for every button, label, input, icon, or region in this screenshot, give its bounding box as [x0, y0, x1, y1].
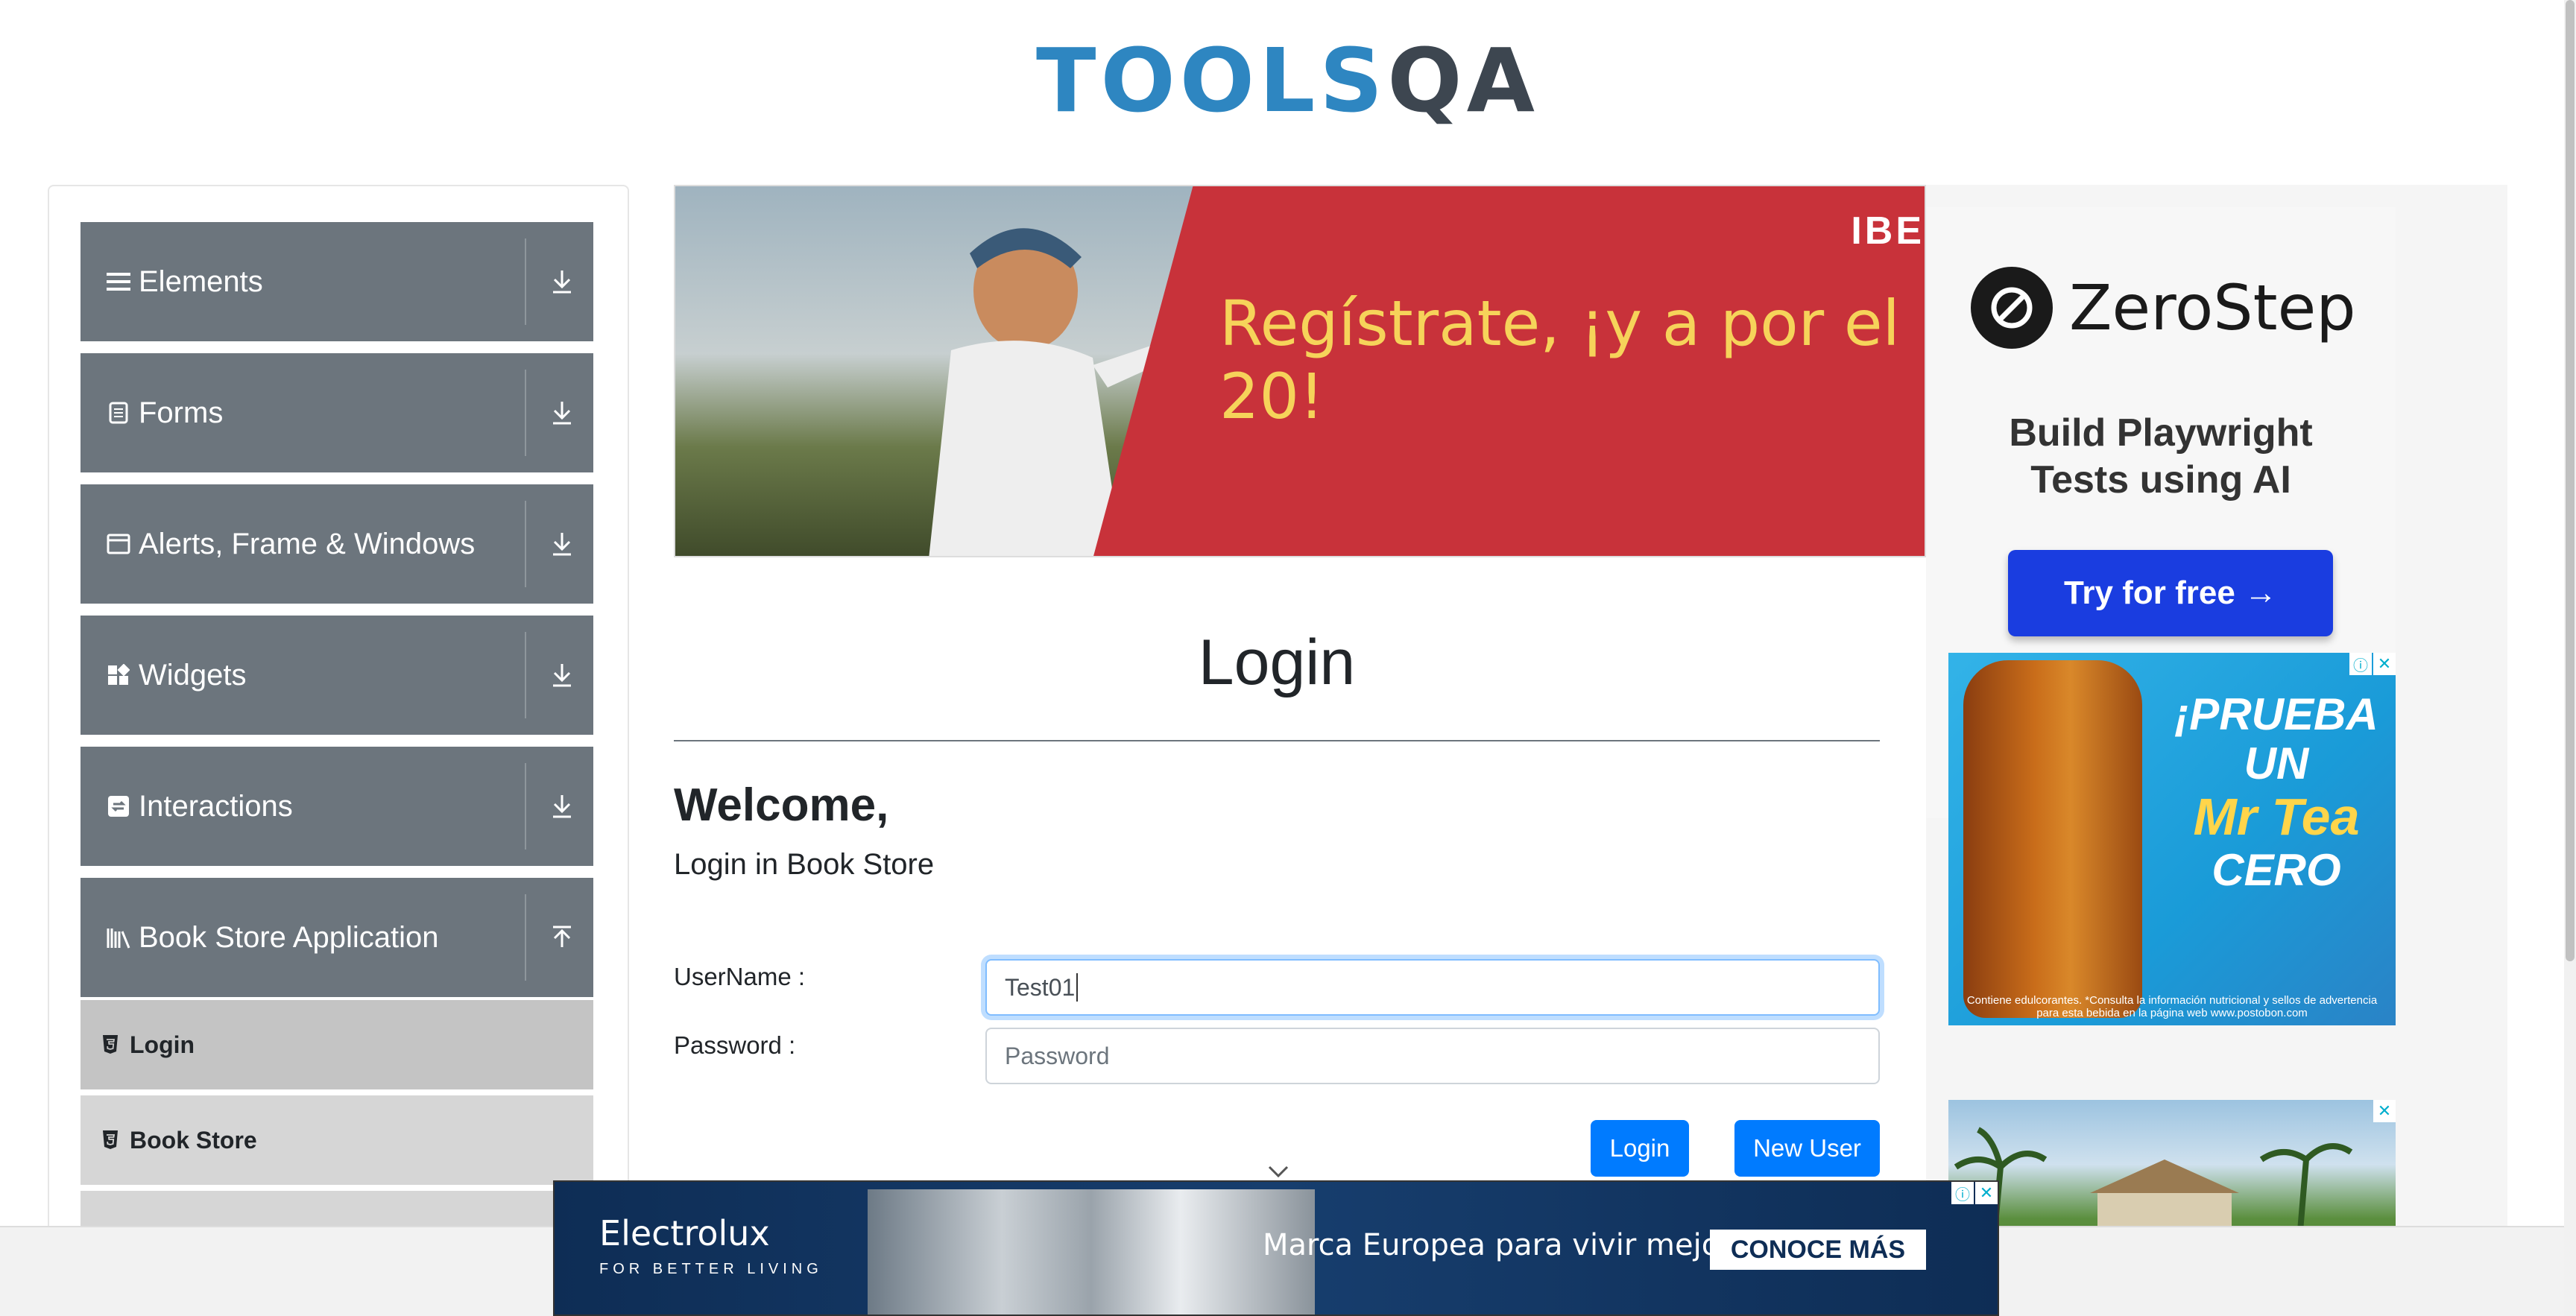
banner-ad[interactable]: IBE Regístrate, ¡y a por el 20!: [674, 185, 1926, 557]
page-title: Login: [1198, 627, 1356, 698]
zerostep-tagline: Build Playwright Tests using AI: [1926, 410, 2396, 504]
electrolux-name: Electrolux: [599, 1213, 770, 1253]
document-icon: [106, 400, 131, 426]
electrolux-ad[interactable]: Electrolux FOR BETTER LIVING Marca Europ…: [553, 1180, 1999, 1316]
ad-close-icon[interactable]: ✕: [2373, 1100, 2396, 1122]
sidebar-group-interactions[interactable]: Interactions: [80, 747, 593, 866]
password-input[interactable]: Password: [985, 1028, 1880, 1084]
username-value: Test01: [1005, 973, 1076, 1001]
hamburger-icon: [106, 269, 131, 294]
sidebar-item-book-store[interactable]: Book Store: [80, 1092, 593, 1185]
tea-headline: ¡PRUEBA UN Mr Tea CERO: [2157, 690, 2396, 895]
sidebar: Elements Forms Alerts, Frame & Windows W…: [48, 185, 629, 1316]
banner-slogan: Regístrate, ¡y a por el 20!: [1219, 287, 1900, 433]
title-divider: [674, 740, 1880, 741]
sidebar-item-login[interactable]: Login: [80, 997, 593, 1089]
logo-text-accent: QA: [1387, 29, 1539, 132]
sidebar-group-elements[interactable]: Elements: [80, 222, 593, 341]
upload-arrow-icon: [547, 923, 577, 952]
sidebar-group-label: Forms: [139, 396, 224, 429]
electrolux-logo: Electrolux FOR BETTER LIVING: [599, 1213, 823, 1278]
tea-bottle-image: [1963, 660, 2142, 1018]
fridge-image: [868, 1189, 1315, 1315]
divider: [525, 763, 526, 850]
download-arrow-icon: [547, 267, 577, 297]
sidebar-group-forms[interactable]: Forms: [80, 353, 593, 472]
html5-icon: [101, 1034, 121, 1056]
sidebar-group-label: Alerts, Frame & Windows: [139, 527, 476, 560]
login-subtitle: Login in Book Store: [674, 848, 935, 881]
toolsqa-logo[interactable]: TOOLSQA: [1036, 21, 1539, 140]
electrolux-cta-button[interactable]: CONOCE MÁS: [1710, 1230, 1926, 1270]
username-label: UserName :: [674, 963, 806, 990]
welcome-heading: Welcome,: [674, 779, 889, 831]
window-icon: [106, 531, 131, 557]
password-label: Password :: [674, 1031, 796, 1059]
new-user-button[interactable]: New User: [1734, 1120, 1880, 1177]
download-arrow-icon: [547, 660, 577, 690]
password-placeholder: Password: [1005, 1042, 1110, 1069]
zerostep-tagline-line: Tests using AI: [2030, 458, 2291, 502]
right-ad-column: ZeroStep Build Playwright Tests using AI…: [1926, 185, 2507, 1316]
electrolux-message: Marca Europea para vivir mejor: [1263, 1228, 1732, 1262]
divider: [525, 238, 526, 325]
zerostep-logo: ZeroStep: [1971, 267, 2356, 349]
sidebar-group-alerts[interactable]: Alerts, Frame & Windows: [80, 484, 593, 604]
divider: [525, 632, 526, 718]
electrolux-tagline: FOR BETTER LIVING: [599, 1261, 823, 1277]
username-input[interactable]: Test01: [985, 959, 1880, 1016]
tea-fine-print: Contiene edulcorantes. *Consulta la info…: [1966, 994, 2378, 1019]
zerostep-icon: [1971, 267, 2053, 349]
ad-close-icon[interactable]: ✕: [1975, 1182, 1998, 1204]
scrollbar[interactable]: [2564, 0, 2576, 1316]
zerostep-name: ZeroStep: [2069, 271, 2356, 344]
download-arrow-icon: [547, 398, 577, 428]
books-icon: [106, 925, 131, 950]
download-arrow-icon: [547, 791, 577, 821]
zerostep-tagline-line: Build Playwright: [2009, 411, 2313, 455]
tea-suffix: CERO: [2212, 845, 2341, 895]
widgets-icon: [106, 662, 131, 688]
sidebar-group-label: Book Store Application: [139, 920, 439, 954]
zerostep-cta-button[interactable]: Try for free →: [2008, 550, 2333, 636]
sidebar-item-label: Book Store: [130, 1126, 257, 1154]
login-button[interactable]: Login: [1591, 1120, 1689, 1177]
sidebar-group-label: Interactions: [139, 789, 293, 823]
banner-brand: IBE: [1851, 209, 1925, 253]
sidebar-group-widgets[interactable]: Widgets: [80, 616, 593, 735]
sidebar-item-label: Login: [130, 1031, 195, 1058]
text-cursor: [1076, 973, 1079, 1002]
sidebar-group-label: Elements: [139, 265, 263, 298]
tea-brand: Mr Tea: [2193, 788, 2360, 846]
download-arrow-icon: [547, 529, 577, 559]
logo-text: TOOLSQA: [1036, 37, 1539, 124]
divider: [525, 894, 526, 981]
logo-text-main: TOOLS: [1036, 29, 1388, 132]
ad-info-icon[interactable]: ⓘ: [1951, 1182, 1974, 1204]
tea-ad[interactable]: ¡PRUEBA UN Mr Tea CERO Contiene edulcora…: [1948, 653, 2396, 1025]
ad-close-icon[interactable]: ✕: [2373, 653, 2396, 675]
scrollbar-thumb[interactable]: [2566, 0, 2575, 961]
divider: [525, 370, 526, 456]
sidebar-group-book-store[interactable]: Book Store Application: [80, 878, 593, 997]
tea-headline-text: ¡PRUEBA UN: [2174, 689, 2378, 788]
ad-info-icon[interactable]: ⓘ: [2349, 653, 2372, 675]
sidebar-group-label: Widgets: [139, 658, 247, 692]
interactions-icon: [106, 794, 131, 819]
divider: [525, 501, 526, 587]
html5-icon: [101, 1129, 121, 1151]
